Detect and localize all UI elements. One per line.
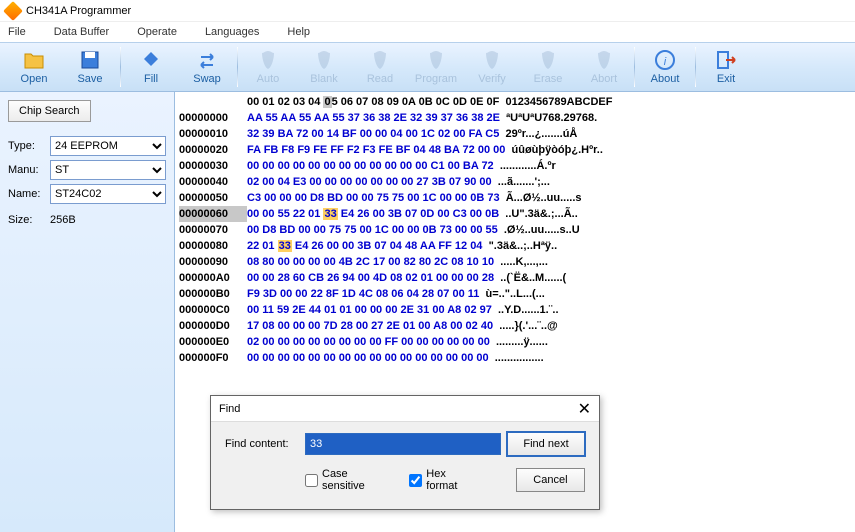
- size-label: Size:: [8, 214, 46, 226]
- side-panel: Chip Search Type: 24 EEPROM Manu: ST Nam…: [0, 92, 175, 532]
- about-button[interactable]: iAbout: [637, 44, 693, 90]
- cancel-button[interactable]: Cancel: [516, 468, 585, 492]
- type-label: Type:: [8, 140, 46, 152]
- erase-button: Erase: [520, 44, 576, 90]
- menu-data-buffer[interactable]: Data Buffer: [54, 26, 109, 38]
- find-dialog: Find ✕ Find content: Find next Case sens…: [210, 395, 600, 510]
- swap-button[interactable]: Swap: [179, 44, 235, 90]
- app-icon: [3, 1, 23, 21]
- program-button: Program: [408, 44, 464, 90]
- open-button[interactable]: Open: [6, 44, 62, 90]
- close-icon[interactable]: ✕: [578, 399, 591, 419]
- find-title: Find: [219, 403, 240, 415]
- verify-button: Verify: [464, 44, 520, 90]
- case-sensitive-checkbox[interactable]: Case sensitive: [305, 468, 383, 492]
- menu-operate[interactable]: Operate: [137, 26, 177, 38]
- type-select[interactable]: 24 EEPROM: [50, 136, 166, 156]
- name-label: Name:: [8, 188, 46, 200]
- size-value: 256B: [50, 214, 76, 226]
- read-button: Read: [352, 44, 408, 90]
- menu-bar: File Data Buffer Operate Languages Help: [0, 22, 855, 42]
- chip-search-button[interactable]: Chip Search: [8, 100, 91, 122]
- find-content-label: Find content:: [225, 438, 299, 450]
- auto-button: Auto: [240, 44, 296, 90]
- menu-file[interactable]: File: [8, 26, 26, 38]
- abort-button: Abort: [576, 44, 632, 90]
- blank-button: Blank: [296, 44, 352, 90]
- toolbar: OpenSaveFillSwapAutoBlankReadProgramVeri…: [0, 42, 855, 92]
- svg-text:i: i: [664, 56, 667, 68]
- manu-select[interactable]: ST: [50, 160, 166, 180]
- exit-button[interactable]: Exit: [698, 44, 754, 90]
- save-button[interactable]: Save: [62, 44, 118, 90]
- window-title: CH341A Programmer: [26, 5, 131, 17]
- name-select[interactable]: ST24C02: [50, 184, 166, 204]
- manu-label: Manu:: [8, 164, 46, 176]
- find-content-input[interactable]: [305, 433, 501, 455]
- title-bar: CH341A Programmer: [0, 0, 855, 22]
- hex-format-checkbox[interactable]: Hex format: [409, 468, 472, 492]
- fill-button[interactable]: Fill: [123, 44, 179, 90]
- menu-languages[interactable]: Languages: [205, 26, 259, 38]
- find-next-button[interactable]: Find next: [507, 432, 585, 456]
- menu-help[interactable]: Help: [287, 26, 310, 38]
